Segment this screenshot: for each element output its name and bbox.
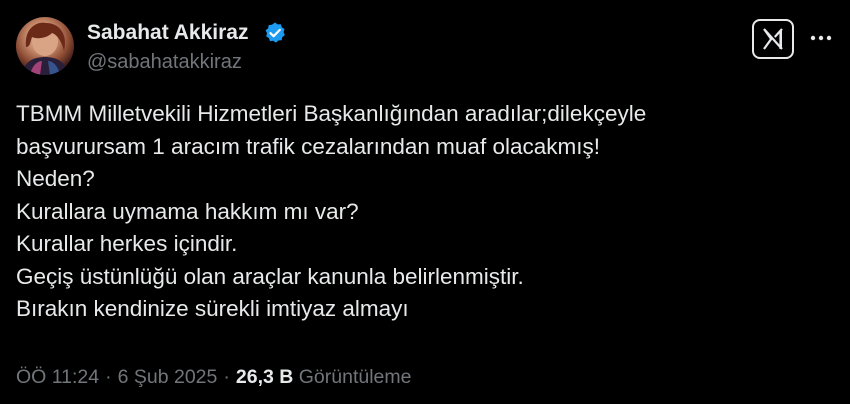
tweet-timestamp-date[interactable]: 6 Şub 2025	[118, 366, 218, 388]
tweet-text-line: başvurursam 1 aracım trafik cezalarından…	[16, 133, 600, 159]
tweet-timestamp-time[interactable]: ÖÖ 11:24	[16, 366, 99, 388]
tweet-text-line: Kurallara uymama hakkım mı var?	[16, 198, 359, 224]
tweet-text: TBMM Milletvekili Hizmetleri Başkanlığın…	[16, 98, 816, 326]
tweet-metadata: ÖÖ 11:24 · 6 Şub 2025 · 26,3 B Görüntüleme	[16, 364, 411, 390]
more-horizontal-icon	[810, 35, 832, 41]
meta-separator: ·	[105, 366, 112, 388]
x-logo-button[interactable]	[752, 19, 794, 59]
avatar[interactable]	[16, 17, 74, 75]
tweet-text-line: TBMM Milletvekili Hizmetleri Başkanlığın…	[16, 101, 647, 126]
author-handle[interactable]: @sabahatakkiraz	[87, 50, 242, 74]
tweet-text-line: Bırakın kendinize sürekli imtiyaz almayı	[16, 296, 409, 321]
views-count[interactable]: 26,3 B	[236, 366, 293, 388]
more-options-button[interactable]	[808, 27, 834, 49]
tweet-text-line: Neden?	[16, 166, 95, 191]
x-logo-icon	[763, 28, 783, 50]
tweet-text-line: Geçiş üstünlüğü olan araçlar kanunla bel…	[16, 263, 524, 289]
tweet-card: Sabahat Akkiraz @sabahatakkiraz TBMM Mil…	[0, 0, 850, 404]
verified-badge-icon	[263, 21, 287, 45]
views-label: Görüntüleme	[298, 366, 412, 388]
tweet-text-line: Kurallar herkes içindir.	[16, 231, 238, 256]
author-display-name[interactable]: Sabahat Akkiraz	[87, 20, 248, 46]
meta-separator: ·	[223, 366, 230, 388]
